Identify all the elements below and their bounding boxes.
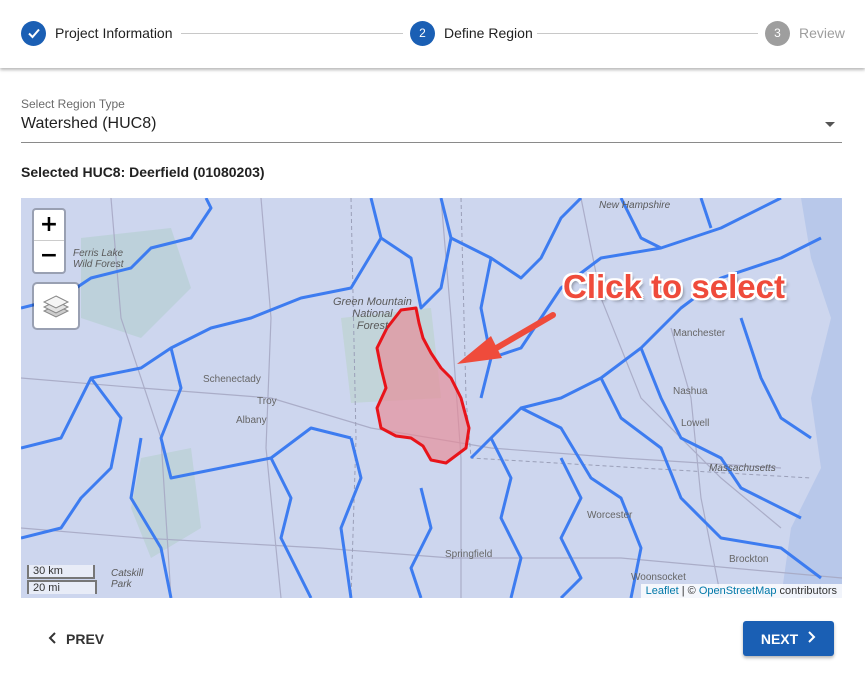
region-type-select[interactable]: Select Region Type Watershed (HUC8) bbox=[21, 96, 842, 143]
place-label: Springfield bbox=[445, 549, 493, 560]
step-label: Define Region bbox=[444, 25, 533, 41]
map-tiles bbox=[21, 198, 842, 598]
scale-mi: 20 mi bbox=[27, 580, 97, 594]
place-label: Brockton bbox=[729, 554, 769, 565]
next-label: NEXT bbox=[760, 630, 799, 647]
place-label: Ferris Lake Wild Forest bbox=[73, 248, 124, 270]
dropdown-arrow-icon[interactable] bbox=[825, 122, 835, 127]
leaflet-link[interactable]: Leaflet bbox=[646, 585, 679, 597]
stepper: Project Information 2 Define Region 3 Re… bbox=[0, 0, 865, 68]
step-connector bbox=[537, 33, 758, 34]
chevron-left-icon bbox=[48, 631, 58, 648]
scale-km: 30 km bbox=[27, 565, 95, 579]
place-label: Troy bbox=[257, 396, 277, 407]
place-label: Catskill Park bbox=[111, 568, 144, 590]
step-define-region[interactable]: 2 Define Region bbox=[410, 20, 533, 46]
click-to-select-callout: Click to select bbox=[563, 268, 785, 305]
place-label: Lowell bbox=[681, 418, 710, 429]
chevron-right-icon bbox=[806, 630, 816, 647]
check-icon bbox=[21, 20, 46, 46]
layers-button[interactable] bbox=[32, 282, 80, 330]
attribution-suffix: contributors bbox=[776, 585, 837, 597]
place-label: Albany bbox=[236, 415, 267, 426]
place-label: Schenectady bbox=[203, 374, 261, 385]
step-number: 2 bbox=[410, 20, 435, 46]
place-label: Massachusetts bbox=[709, 463, 776, 474]
step-number: 3 bbox=[765, 20, 790, 46]
step-project-information[interactable]: Project Information bbox=[21, 20, 173, 46]
place-label: Worcester bbox=[587, 510, 633, 521]
selected-huc-text: Selected HUC8: Deerfield (01080203) bbox=[21, 164, 265, 180]
select-label: Select Region Type bbox=[21, 97, 125, 111]
scale-control: 30 km 20 mi bbox=[27, 565, 97, 594]
next-button[interactable]: NEXT bbox=[743, 621, 834, 656]
step-label: Project Information bbox=[55, 25, 173, 41]
place-label: Woonsocket bbox=[631, 572, 686, 583]
place-label: Manchester bbox=[673, 328, 726, 339]
place-label: Green Mountain National Forest bbox=[333, 296, 412, 332]
prev-button[interactable]: PREV bbox=[48, 622, 104, 656]
zoom-in-button[interactable]: + bbox=[34, 210, 64, 241]
place-label: New Hampshire bbox=[599, 200, 671, 211]
attribution-separator: | © bbox=[678, 585, 699, 597]
zoom-out-button[interactable]: − bbox=[34, 241, 64, 271]
osm-link[interactable]: OpenStreetMap bbox=[699, 585, 777, 597]
step-label: Review bbox=[799, 25, 845, 41]
prev-label: PREV bbox=[66, 631, 105, 647]
place-label: Nashua bbox=[673, 386, 708, 397]
map-attribution: Leaflet | © OpenStreetMap contributors bbox=[640, 584, 842, 598]
layers-icon bbox=[42, 295, 70, 318]
zoom-control: + − bbox=[32, 208, 66, 274]
step-connector bbox=[181, 33, 403, 34]
step-review[interactable]: 3 Review bbox=[765, 20, 845, 46]
select-value: Watershed (HUC8) bbox=[21, 115, 157, 132]
map[interactable]: Ferris Lake Wild Forest Green Mountain N… bbox=[21, 198, 842, 598]
